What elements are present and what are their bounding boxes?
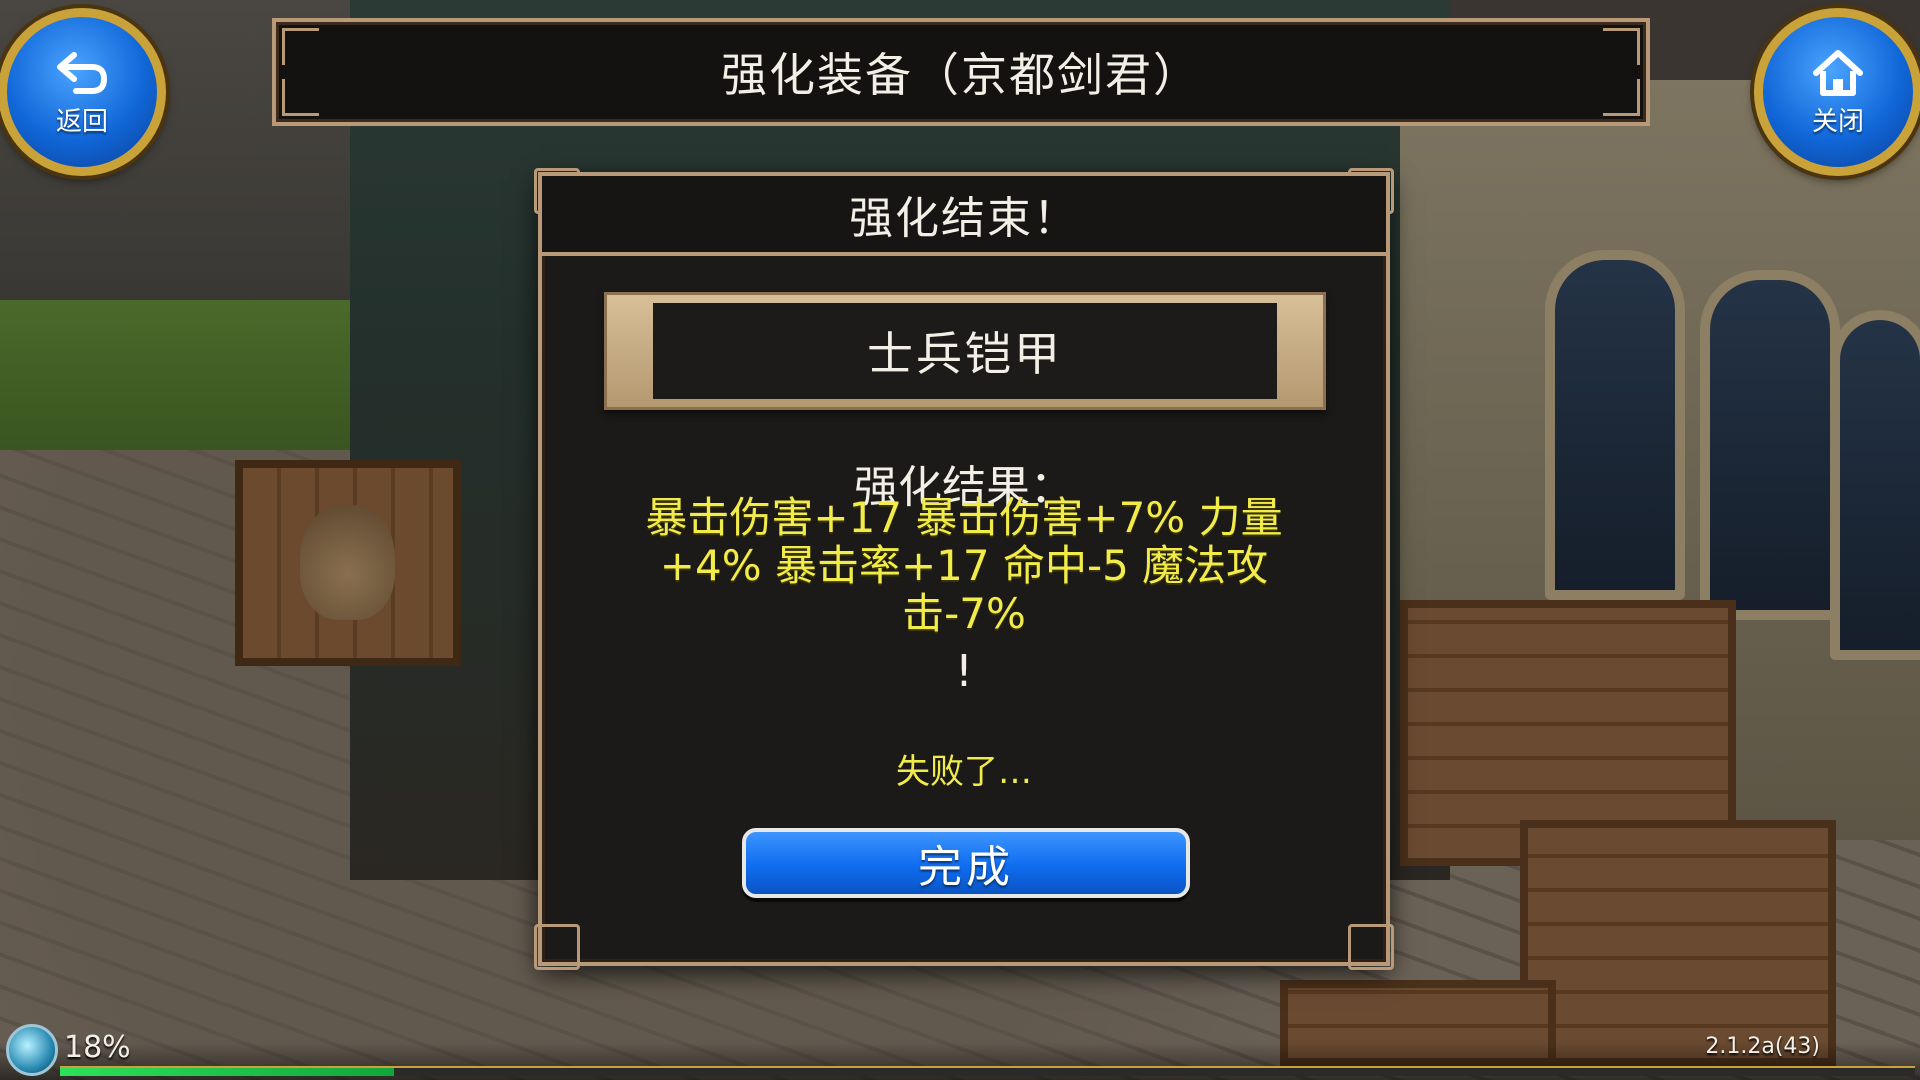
arched-window: [1545, 250, 1685, 600]
exp-percent: 18%: [64, 1030, 131, 1065]
dialog-title: 强化结束！: [849, 193, 1079, 244]
money-sack-icon: [300, 505, 395, 620]
close-button[interactable]: 关闭: [1754, 8, 1920, 176]
corner-ornament: [1603, 79, 1640, 116]
exp-progress-bar: [60, 1066, 1915, 1076]
corner-ornament: [1603, 28, 1640, 65]
fail-message: 失败了…: [896, 752, 1032, 792]
exp-progress-fill: [60, 1068, 394, 1076]
close-button-label: 关闭: [1811, 106, 1864, 137]
result-exclamation: !: [955, 646, 973, 697]
done-button-label: 完成: [918, 842, 1014, 893]
arched-window: [1830, 310, 1920, 660]
back-arrow-icon: [57, 51, 108, 94]
corner-ornament: [534, 924, 580, 970]
title-bar: 强化装备（京都剑君）: [272, 18, 1650, 126]
done-button[interactable]: 完成: [742, 828, 1190, 898]
exp-orb-icon: [6, 1024, 58, 1076]
item-name-plate: 士兵铠甲: [604, 292, 1326, 410]
item-name-plate-inner: 士兵铠甲: [653, 303, 1277, 399]
corner-ornament: [282, 79, 319, 116]
corner-ornament: [282, 28, 319, 65]
result-detail-text: 暴击伤害+17 暴击伤害+7% 力量+4% 暴击率+17 命中-5 魔法攻击-7…: [645, 493, 1283, 638]
item-name: 士兵铠甲: [867, 327, 1063, 381]
home-icon: [1813, 49, 1863, 96]
back-button[interactable]: 返回: [0, 8, 166, 176]
back-button-label: 返回: [55, 106, 108, 137]
enhance-result-dialog: 强化结束！ 士兵铠甲 强化结果： 暴击伤害+17 暴击伤害+7% 力量+4% 暴…: [534, 168, 1394, 970]
page-title: 强化装备（京都剑君）: [721, 48, 1201, 102]
corner-ornament: [1348, 924, 1394, 970]
version-label: 2.1.2a(43): [1705, 1034, 1820, 1059]
dialog-header: 强化结束！: [542, 176, 1386, 256]
wooden-crate: [1520, 820, 1836, 1066]
arched-window: [1700, 270, 1840, 620]
